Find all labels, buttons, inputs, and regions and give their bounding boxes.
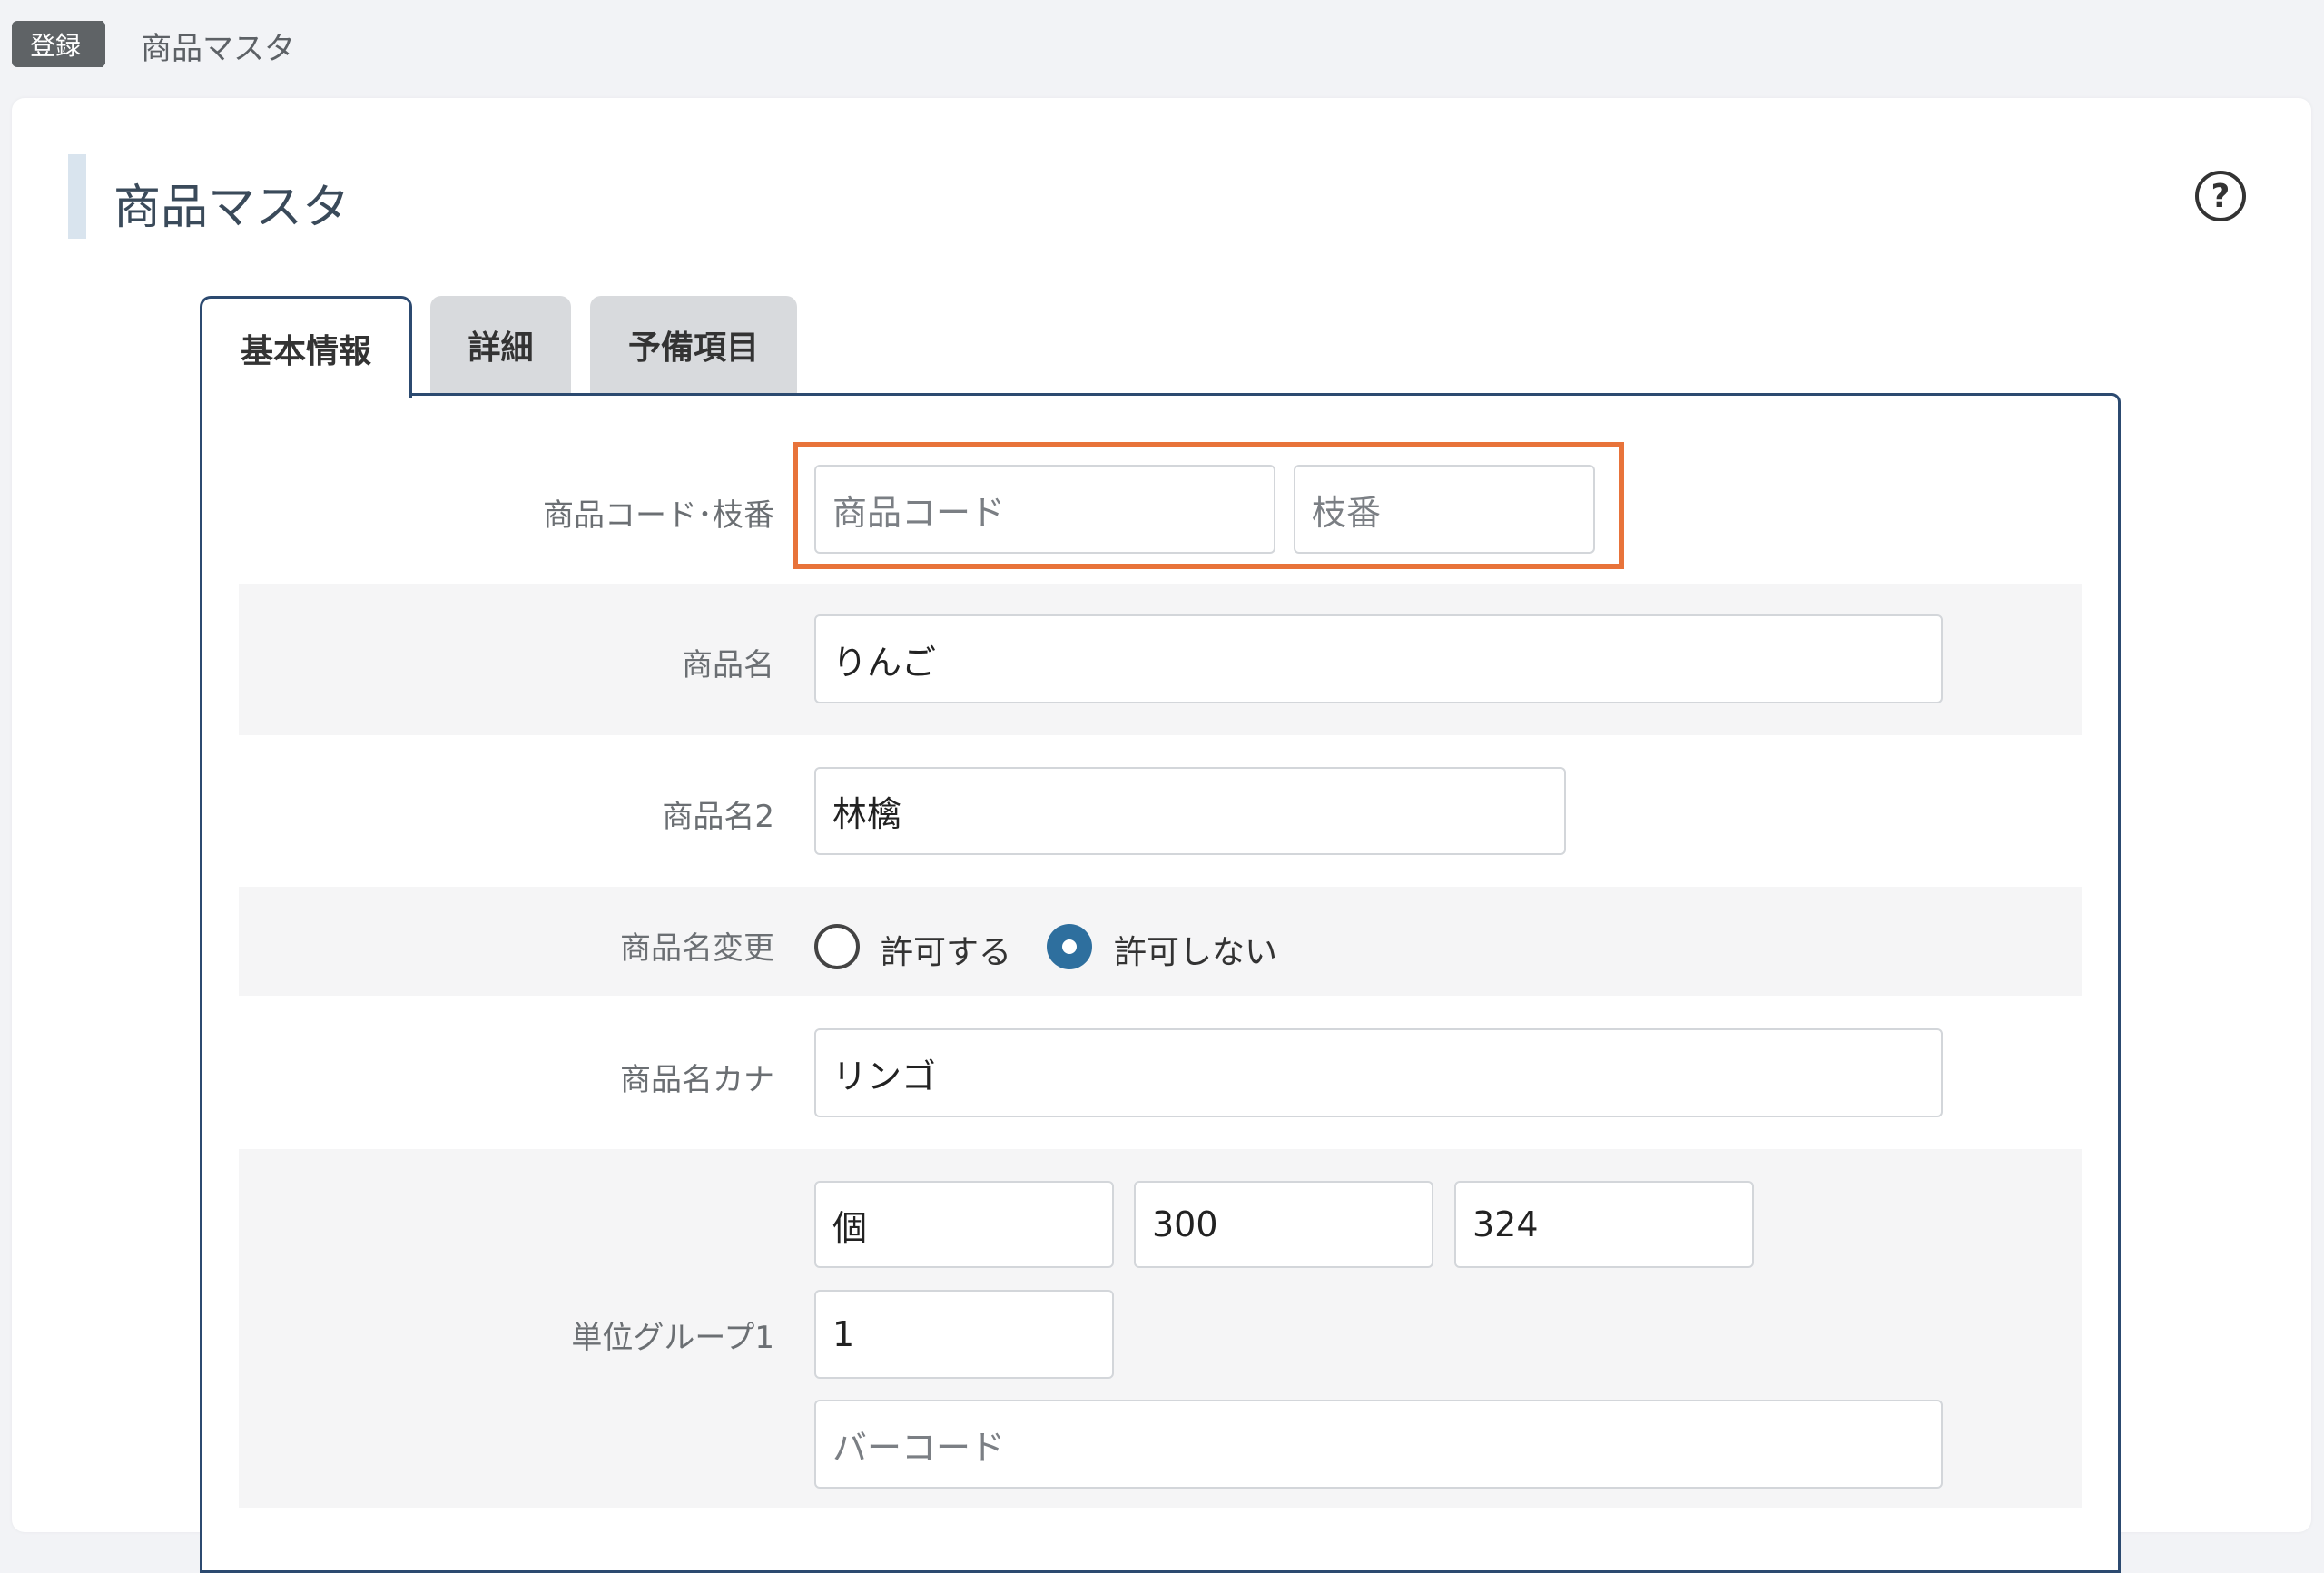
breadcrumb-badge[interactable]: 登録	[12, 21, 105, 67]
product-name2-label: 商品名2	[662, 799, 774, 835]
breadcrumb-current: 商品マスタ	[141, 31, 295, 67]
barcode-input[interactable]: バーコード	[814, 1400, 1943, 1489]
quantity-input[interactable]: 1	[814, 1290, 1114, 1379]
product-kana-input[interactable]: リンゴ	[814, 1028, 1943, 1117]
product-kana-label: 商品名カナ	[620, 1062, 774, 1098]
product-name-label: 商品名	[682, 647, 774, 683]
product-name-input[interactable]: りんご	[814, 614, 1943, 703]
radio-allow[interactable]	[814, 924, 860, 969]
name-change-label: 商品名変更	[620, 930, 774, 967]
product-code-label: 商品コード･枝番	[543, 497, 774, 534]
unit-input[interactable]: 個	[814, 1181, 1114, 1268]
branch-number-input[interactable]: 枝番	[1294, 465, 1595, 554]
product-code-input[interactable]: 商品コード	[814, 465, 1275, 554]
price1-input[interactable]: 300	[1134, 1181, 1433, 1268]
help-icon[interactable]: ?	[2195, 171, 2246, 221]
tab-basic-info[interactable]: 基本情報	[200, 296, 412, 398]
tab-details[interactable]: 詳細	[430, 296, 571, 394]
price2-input[interactable]: 324	[1454, 1181, 1754, 1268]
radio-disallow[interactable]	[1047, 924, 1092, 969]
title-accent-bar	[68, 154, 86, 239]
radio-allow-label[interactable]: 許可する	[881, 926, 1011, 973]
page-title: 商品マスタ	[113, 181, 350, 235]
product-name2-input[interactable]: 林檎	[814, 767, 1566, 855]
radio-disallow-label[interactable]: 許可しない	[1114, 926, 1277, 973]
tab-spare-items[interactable]: 予備項目	[590, 296, 797, 394]
unit-group1-label: 単位グループ1	[571, 1320, 774, 1356]
